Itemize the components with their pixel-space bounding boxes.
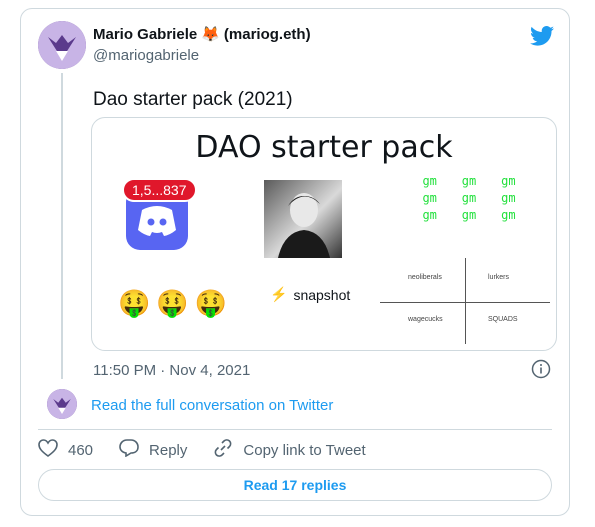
gm-text: gm xyxy=(461,208,477,222)
author-name: Mario Gabriele xyxy=(93,25,198,43)
gm-text: gm xyxy=(501,191,516,205)
author-handle[interactable]: @mariogabriele xyxy=(93,47,199,64)
conversation-avatar[interactable] xyxy=(47,389,77,419)
tweet-text: Dao starter pack (2021) xyxy=(93,89,293,110)
tweet-timestamp[interactable]: 11:50 PM · Nov 4, 2021 xyxy=(93,362,250,379)
reply-bubble-icon xyxy=(119,439,139,461)
tweet-card: Mario Gabriele 🦊 (mariog.eth) @mariogabr… xyxy=(20,8,570,516)
copy-link-label: Copy link to Tweet xyxy=(243,441,366,459)
gm-grid: gm gm gm gm gm gm gm gm gm xyxy=(410,174,528,222)
link-icon xyxy=(213,438,233,462)
gm-text: gm xyxy=(501,174,516,188)
author-avatar[interactable] xyxy=(38,21,86,69)
snapshot-label: snapshot xyxy=(293,286,351,303)
quadrant-label: neoliberals xyxy=(408,274,442,281)
reply-label: Reply xyxy=(149,441,188,459)
quadrant-label: SQUADS xyxy=(488,316,518,323)
author-name-row[interactable]: Mario Gabriele 🦊 (mariog.eth) xyxy=(93,25,311,44)
fox-emoji: 🦊 xyxy=(201,26,220,43)
gm-text: gm xyxy=(461,174,477,188)
like-count: 460 xyxy=(68,441,94,459)
heart-icon xyxy=(38,439,58,461)
lightning-icon: ⚡ xyxy=(270,286,288,302)
media-title: DAO starter pack xyxy=(195,130,453,165)
copy-link-button[interactable]: Copy link to Tweet xyxy=(213,438,366,462)
snapshot-logo: ⚡ snapshot xyxy=(270,286,350,303)
gm-text: gm xyxy=(461,191,477,205)
portrait-photo xyxy=(264,180,342,258)
quadrant-v-axis xyxy=(465,258,466,344)
thread-line xyxy=(61,73,63,379)
gm-text: gm xyxy=(422,191,437,205)
reply-button[interactable]: Reply xyxy=(119,439,187,461)
read-replies-button[interactable]: Read 17 replies xyxy=(38,469,552,501)
tweet-actions: 460 Reply Copy link to Tweet xyxy=(38,435,366,465)
info-icon[interactable] xyxy=(531,359,551,379)
discord-notification-badge: 1,5...837 xyxy=(122,178,197,202)
gm-text: gm xyxy=(422,208,437,222)
like-button[interactable]: 460 xyxy=(38,439,93,461)
divider xyxy=(38,429,552,430)
quadrant-label: lurkers xyxy=(488,274,510,281)
author-name-suffix: (mariog.eth) xyxy=(223,25,311,43)
twitter-bird-icon[interactable] xyxy=(530,26,554,46)
quadrant-chart: neoliberals lurkers wagecucks SQUADS xyxy=(380,258,550,344)
money-face-emojis: 🤑🤑🤑 xyxy=(118,288,234,318)
gm-text: gm xyxy=(501,208,516,222)
tweet-media-image[interactable]: DAO starter pack 1,5...837 gm gm gm gm g… xyxy=(91,117,557,351)
quadrant-label: wagecucks xyxy=(408,316,443,323)
read-full-conversation-link[interactable]: Read the full conversation on Twitter xyxy=(91,397,333,414)
gm-text: gm xyxy=(422,174,437,188)
